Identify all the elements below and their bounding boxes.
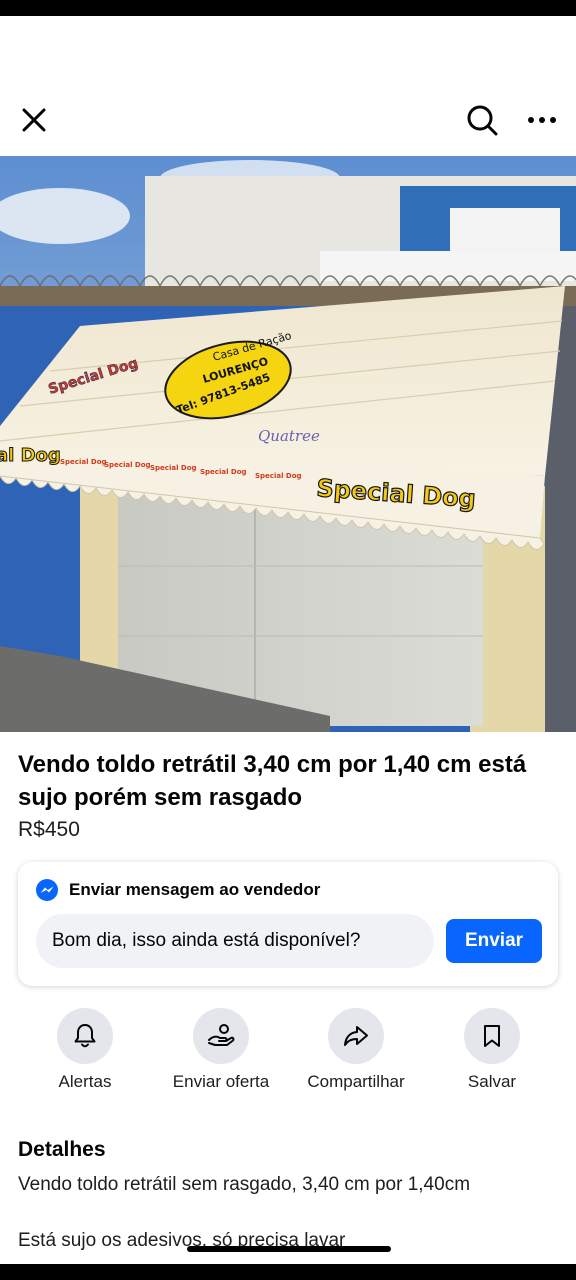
status-bar (0, 0, 576, 16)
search-icon (467, 105, 498, 136)
alerts-button[interactable] (57, 1008, 113, 1064)
save-action[interactable]: Salvar (422, 1008, 562, 1092)
svg-text:Special Dog: Special Dog (200, 468, 247, 476)
send-button[interactable]: Enviar (446, 919, 542, 963)
bottom-bar (0, 1264, 576, 1280)
home-indicator[interactable] (187, 1246, 391, 1252)
details-heading: Detalhes (18, 1138, 106, 1161)
listing-title: Vendo toldo retrátil 3,40 cm por 1,40 cm… (18, 751, 527, 811)
send-offer-action[interactable]: Enviar oferta (151, 1008, 291, 1092)
message-heading: Enviar mensagem ao vendedor (69, 880, 321, 899)
brand-far-left-text: al Dog (0, 445, 61, 466)
alerts-action[interactable]: Alertas (15, 1008, 155, 1092)
close-icon (22, 108, 46, 132)
message-input[interactable]: Bom dia, isso ainda está disponível? (36, 914, 434, 968)
top-header (0, 90, 576, 150)
awning-photo-image: Special Dog Casa de Ração LOURENÇO Tel: … (0, 156, 576, 732)
more-options-button[interactable] (520, 100, 564, 140)
share-action[interactable]: Compartilhar (286, 1008, 426, 1092)
listing-photo[interactable]: Special Dog Casa de Ração LOURENÇO Tel: … (0, 156, 576, 732)
bookmark-icon (484, 1025, 500, 1047)
offer-hand-icon (208, 1024, 235, 1046)
send-offer-button[interactable] (193, 1008, 249, 1064)
svg-text:Special Dog: Special Dog (60, 458, 107, 466)
search-button[interactable] (460, 100, 504, 140)
share-arrow-icon (344, 1026, 368, 1046)
svg-text:Special Dog: Special Dog (255, 472, 302, 480)
bell-icon (74, 1024, 96, 1048)
details-line-1: Vendo toldo retrátil sem rasgado, 3,40 c… (18, 1174, 471, 1195)
send-offer-label: Enviar oferta (172, 1072, 270, 1091)
save-label: Salvar (467, 1072, 517, 1091)
svg-text:Special Dog: Special Dog (104, 461, 151, 469)
watermark-text: Quatree (258, 427, 320, 445)
alerts-label: Alertas (58, 1072, 112, 1091)
close-button[interactable] (14, 100, 54, 140)
share-button[interactable] (328, 1008, 384, 1064)
more-horizontal-icon (528, 117, 556, 123)
message-header: Enviar mensagem ao vendedor (35, 878, 320, 902)
share-label: Compartilhar (307, 1072, 405, 1091)
action-row: Alertas Enviar oferta Compartilhar Salva… (0, 1008, 576, 1098)
listing-price: R$450 (18, 818, 80, 841)
svg-text:Special Dog: Special Dog (150, 464, 197, 472)
save-button[interactable] (464, 1008, 520, 1064)
messenger-icon (36, 879, 58, 901)
message-seller-card: Enviar mensagem ao vendedor Bom dia, iss… (18, 862, 558, 986)
